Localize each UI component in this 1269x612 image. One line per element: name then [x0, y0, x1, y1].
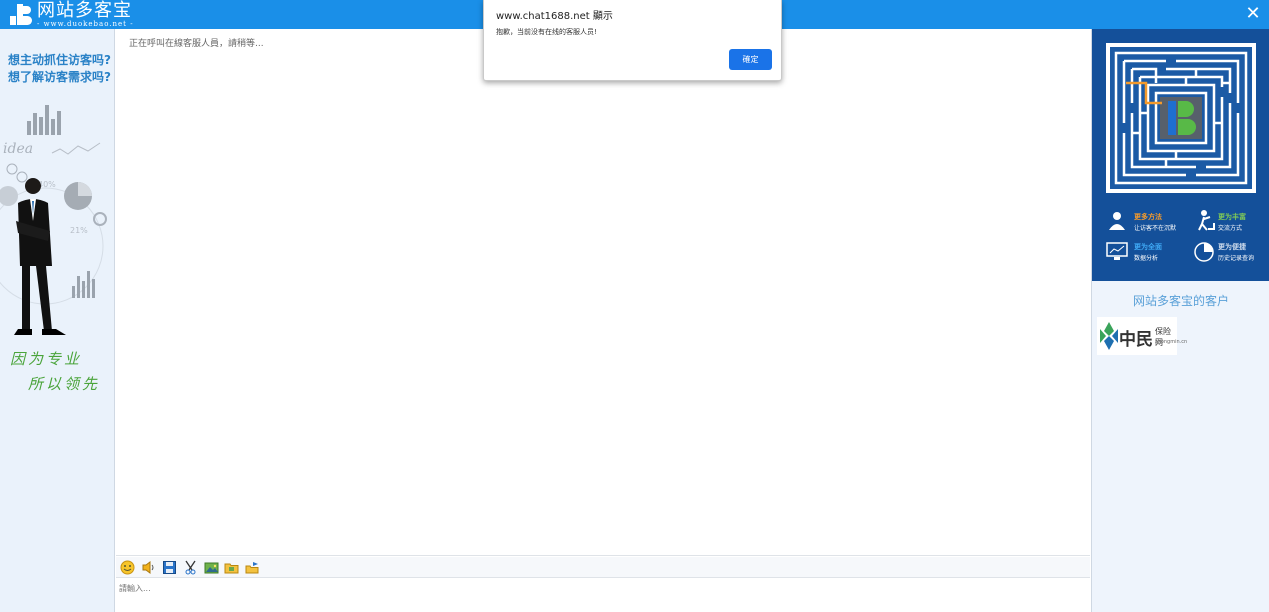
- message-input-area: [116, 578, 1090, 612]
- chat-toolbar: [116, 557, 1090, 578]
- slogan-line-2: 所以领先: [28, 375, 101, 393]
- logo-url: - www.duokebao.net -: [37, 20, 134, 28]
- history-query-icon: [1194, 242, 1214, 262]
- folder-icon[interactable]: [224, 560, 239, 575]
- right-ad-panel: 更多方法 让访客不在沉默 更为丰富 交流方式 更为全面 数据分析 更为便捷 历史…: [1091, 29, 1269, 612]
- save-icon[interactable]: [162, 560, 177, 575]
- chat-status-text: 正在呼叫在線客服人員，請稍等...: [129, 39, 264, 49]
- alert-message: 抱歉，当前没有在线的客服人员!: [496, 28, 597, 36]
- maze-illustration: [1106, 43, 1256, 193]
- feature-desc-3: 数据分析: [1134, 255, 1159, 262]
- feature-desc-1: 让访客不在沉默: [1134, 225, 1177, 232]
- app-logo: 网站多客宝 - www.duokebao.net -: [8, 0, 134, 28]
- alert-dialog: www.chat1688.net 顯示 抱歉，当前没有在线的客服人员! 確定: [483, 0, 782, 81]
- svg-text:idea: idea: [3, 141, 33, 157]
- logo-title: 网站多客宝: [37, 0, 132, 21]
- emoji-icon[interactable]: [120, 560, 135, 575]
- promo-question-1: 想主动抓住访客吗?: [8, 53, 111, 67]
- slogan-line-1: 因为专业: [10, 350, 83, 368]
- richer-communication-icon: [1198, 210, 1215, 231]
- sound-icon[interactable]: [141, 560, 156, 575]
- data-analysis-icon: [1106, 242, 1128, 260]
- client-logo-name: 中民: [1119, 330, 1153, 350]
- feature-desc-2: 交流方式: [1218, 225, 1243, 232]
- zhongmin-emblem-icon: [1100, 322, 1118, 350]
- feature-desc-4: 历史记录查询: [1218, 255, 1255, 262]
- image-icon[interactable]: [204, 560, 219, 575]
- left-promo-panel: 想主动抓住访客吗? 想了解访客需求吗? idea 40% 21% 因为专业 所以…: [0, 29, 115, 612]
- clients-title: 网站多客宝的客户: [1132, 294, 1229, 308]
- feature-title-2: 更为丰富: [1218, 213, 1246, 221]
- ad-banner: 更多方法 让访客不在沉默 更为丰富 交流方式 更为全面 数据分析 更为便捷 历史…: [1092, 29, 1269, 281]
- more-methods-icon: [1109, 212, 1125, 230]
- feature-title-1: 更多方法: [1134, 213, 1162, 221]
- screenshot-icon[interactable]: [183, 560, 198, 575]
- ok-button[interactable]: 確定: [729, 49, 772, 70]
- file-send-icon[interactable]: [245, 560, 260, 575]
- businessman-illustration: idea 40% 21%: [0, 105, 107, 335]
- logo-mark-icon: [8, 2, 34, 26]
- message-input[interactable]: [116, 578, 1090, 612]
- close-icon[interactable]: ✕: [1244, 4, 1262, 24]
- promo-question-2: 想了解访客需求吗?: [8, 70, 111, 84]
- client-logo-zhongmin[interactable]: 中民 保险网 zhongmin.cn: [1097, 317, 1187, 355]
- svg-text:21%: 21%: [70, 226, 88, 235]
- feature-title-3: 更为全面: [1134, 243, 1162, 251]
- chat-message-area: 正在呼叫在線客服人員，請稍等...: [116, 29, 1090, 556]
- client-logo-domain: zhongmin.cn: [1155, 339, 1188, 345]
- feature-title-4: 更为便捷: [1218, 243, 1246, 251]
- alert-title: www.chat1688.net 顯示: [496, 11, 613, 22]
